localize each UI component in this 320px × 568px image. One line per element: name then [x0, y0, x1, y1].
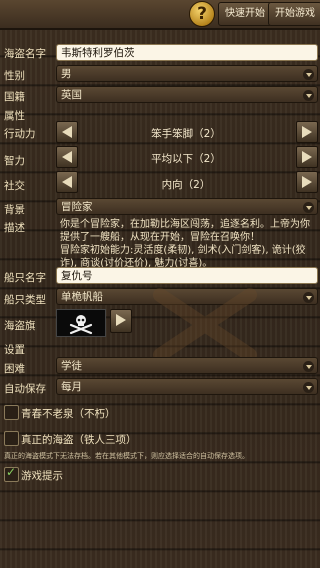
wisdom-label: 智力: [4, 155, 25, 167]
action-label: 行动力: [4, 128, 36, 140]
ironman-checkbox[interactable]: [4, 431, 19, 446]
flag-next-button[interactable]: [110, 309, 132, 333]
ironman-note: 真正的海盗模式下无法存档。若在其他模式下，则应选择适合的自动保存选项。: [4, 452, 249, 460]
arrow-left-icon: [62, 151, 72, 163]
help-button[interactable]: ?: [189, 1, 215, 27]
arrow-right-icon: [302, 176, 312, 188]
autosave-dropdown[interactable]: 每月: [56, 378, 318, 395]
pirate-name-input[interactable]: 韦斯特利罗伯茨: [56, 44, 318, 61]
action-decrease-button[interactable]: [56, 121, 78, 143]
background-value: 冒险家: [61, 201, 93, 213]
difficulty-value: 学徒: [61, 360, 82, 372]
immortal-checkbox[interactable]: [4, 405, 19, 420]
action-value: 笨手笨脚（2）: [151, 128, 221, 140]
pirate-flag-image: [56, 309, 106, 337]
wisdom-decrease-button[interactable]: [56, 146, 78, 168]
nationality-value: 英国: [61, 89, 82, 101]
chevron-down-icon: [303, 361, 314, 372]
gender-label: 性别: [4, 70, 25, 82]
ship-type-value: 单桅帆船: [61, 291, 103, 303]
chevron-down-icon: [303, 292, 314, 303]
chevron-down-icon: [303, 69, 314, 80]
gender-value: 男: [61, 68, 72, 80]
quick-start-button[interactable]: 快速开始: [218, 2, 272, 26]
pirate-flag-label: 海盗旗: [4, 320, 36, 332]
crossbones-watermark: [153, 288, 257, 362]
chevron-down-icon: [303, 202, 314, 213]
arrow-right-icon: [302, 151, 312, 163]
arrow-right-icon: [302, 126, 312, 138]
social-decrease-button[interactable]: [56, 171, 78, 193]
ship-type-label: 船只类型: [4, 294, 46, 306]
arrow-left-icon: [62, 126, 72, 138]
autosave-label: 自动保存: [4, 383, 46, 395]
gender-dropdown[interactable]: 男: [56, 65, 318, 82]
immortal-option[interactable]: 青春不老泉（不朽）: [0, 402, 320, 422]
difficulty-dropdown[interactable]: 学徒: [56, 357, 318, 374]
difficulty-label: 困难: [4, 363, 25, 375]
arrow-left-icon: [62, 176, 72, 188]
arrow-right-icon: [116, 314, 126, 326]
social-value: 内向（2）: [161, 179, 211, 191]
ironman-option[interactable]: 真正的海盗（铁人三项）: [0, 428, 320, 448]
ironman-label: 真正的海盗（铁人三项）: [21, 434, 137, 446]
ship-name-label: 船只名字: [4, 272, 46, 284]
description-text: 你是个冒险家，在加勒比海区闯荡，追逐名利。上帝为你提供了一艘船，从现在开始，冒险…: [60, 219, 310, 243]
wisdom-value: 平均以下（2）: [151, 153, 221, 165]
background-label: 背景: [4, 204, 25, 216]
tips-label: 游戏提示: [21, 470, 63, 482]
action-increase-button[interactable]: [296, 121, 318, 143]
autosave-value: 每月: [61, 381, 82, 393]
wisdom-increase-button[interactable]: [296, 146, 318, 168]
chevron-down-icon: [303, 90, 314, 101]
social-increase-button[interactable]: [296, 171, 318, 193]
chevron-down-icon: [303, 382, 314, 393]
social-label: 社交: [4, 180, 25, 192]
background-dropdown[interactable]: 冒险家: [56, 198, 318, 215]
start-game-button[interactable]: 开始游戏: [268, 2, 320, 26]
immortal-label: 青春不老泉（不朽）: [21, 408, 116, 420]
settings-heading: 设置: [4, 344, 25, 356]
attributes-heading: 属性: [4, 110, 25, 122]
pirate-name-label: 海盗名字: [4, 48, 46, 60]
tips-checkbox[interactable]: [4, 465, 19, 482]
description-label: 描述: [4, 222, 25, 234]
ship-name-input[interactable]: 复仇号: [56, 267, 318, 284]
nationality-dropdown[interactable]: 英国: [56, 86, 318, 103]
tips-option[interactable]: 游戏提示: [0, 464, 320, 484]
top-bar: ? 快速开始 开始游戏: [0, 0, 320, 30]
nationality-label: 国籍: [4, 91, 25, 103]
